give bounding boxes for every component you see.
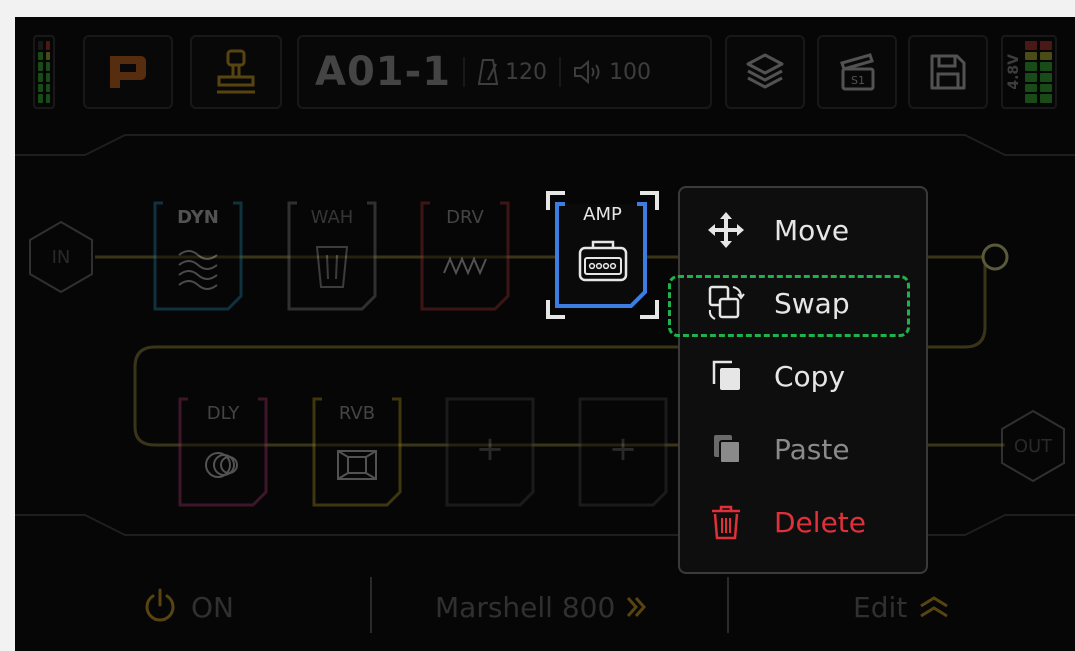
wah-pedal-icon <box>315 246 349 288</box>
menu-item-swap[interactable]: Swap <box>668 267 930 339</box>
output-node: OUT <box>1000 409 1066 483</box>
copy-icon <box>712 360 740 390</box>
add-block-label: + <box>475 429 505 469</box>
fx-slot-empty[interactable]: + <box>578 397 668 507</box>
delay-circles-icon <box>205 452 238 478</box>
fx-label-dyn: DYN <box>177 207 219 228</box>
menu-label-copy: Copy <box>774 359 846 393</box>
menu-item-paste[interactable]: Paste <box>680 413 930 485</box>
menu-label-delete: Delete <box>774 505 866 539</box>
fx-block-dly[interactable]: DLY <box>178 397 268 507</box>
fx-block-drv[interactable]: DRV <box>420 201 510 311</box>
menu-label-move: Move <box>774 213 850 247</box>
trash-icon <box>712 505 740 540</box>
reverb-room-icon <box>337 450 377 480</box>
model-name: Marshell 800 <box>435 590 616 624</box>
paste-icon <box>714 435 741 464</box>
power-icon <box>145 588 175 622</box>
edit-label: Edit <box>853 590 908 624</box>
output-label: OUT <box>1013 435 1053 457</box>
fx-label-drv: DRV <box>446 207 484 228</box>
amp-icon <box>578 240 628 282</box>
input-label: IN <box>51 246 71 268</box>
menu-item-move[interactable]: Move <box>680 194 930 266</box>
fx-label-amp: AMP <box>583 204 622 225</box>
swap-highlight <box>668 275 910 337</box>
menu-item-copy[interactable]: Copy <box>680 340 930 412</box>
add-block-label: + <box>608 429 638 469</box>
edit-button[interactable]: Edit <box>853 577 951 637</box>
fx-block-wah[interactable]: WAH <box>287 201 377 311</box>
menu-item-delete[interactable]: Delete <box>680 486 930 558</box>
fx-block-amp-selected[interactable]: AMP <box>545 190 660 320</box>
fx-block-rvb[interactable]: RVB <box>312 397 402 507</box>
dynamics-wave-icon <box>178 250 218 290</box>
double-chevron-right-icon <box>627 597 647 617</box>
model-selector[interactable]: Marshell 800 <box>435 577 649 637</box>
fx-block-dyn[interactable]: DYN <box>153 201 243 311</box>
power-label: ON <box>191 590 234 624</box>
context-menu: Move Swap Copy Paste Delete <box>668 186 930 574</box>
fx-slot-empty[interactable]: + <box>445 397 535 507</box>
power-toggle[interactable]: ON <box>143 577 234 637</box>
menu-label-paste: Paste <box>774 432 850 466</box>
fx-label-wah: WAH <box>310 207 354 228</box>
move-arrows-icon <box>708 212 744 248</box>
device-screen: A01-1 120 100 S1 4.8V IN OUT DYN WAH DRV… <box>15 17 1075 651</box>
footer-divider <box>727 577 729 633</box>
footer-divider <box>370 577 372 633</box>
fx-label-rvb: RVB <box>338 403 376 424</box>
drive-wave-icon <box>443 256 487 276</box>
double-chevron-up-icon <box>920 596 949 618</box>
input-node: IN <box>28 220 94 294</box>
fx-label-dly: DLY <box>206 403 240 424</box>
